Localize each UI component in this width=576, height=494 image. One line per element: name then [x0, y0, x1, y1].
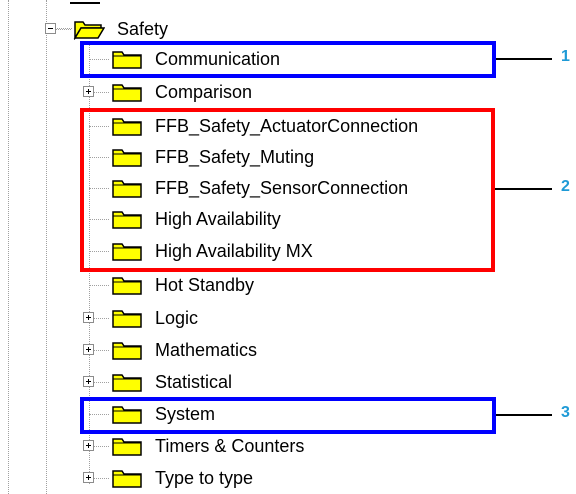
- tree-item-comparison[interactable]: Comparison: [0, 81, 470, 103]
- folder-icon: [111, 81, 143, 103]
- tree-item-mathematics[interactable]: Mathematics: [0, 339, 470, 361]
- top-edge-fragment: [70, 2, 100, 4]
- callout-number-2: 2: [561, 178, 570, 195]
- expand-plus-icon[interactable]: [83, 440, 94, 451]
- folder-icon: [111, 274, 143, 296]
- callout-box-2: [80, 108, 495, 272]
- folder-icon: [111, 435, 143, 457]
- open-folder-icon: [73, 18, 106, 41]
- tree-item-label: Logic: [155, 308, 199, 328]
- tree-item-safety[interactable]: Safety: [0, 18, 470, 41]
- collapse-minus-icon[interactable]: [45, 23, 56, 34]
- folder-icon: [111, 467, 143, 489]
- expand-plus-icon[interactable]: [83, 376, 94, 387]
- tree-item-statistical[interactable]: Statistical: [0, 371, 470, 393]
- tree-connector: [89, 285, 109, 286]
- expand-plus-icon[interactable]: [83, 472, 94, 483]
- tree-item-timers-counters[interactable]: Timers & Counters: [0, 435, 470, 457]
- tree-item-label: Type to type: [155, 468, 254, 488]
- tree-item-hot-standby[interactable]: Hot Standby: [0, 274, 470, 296]
- tree-item-label: Hot Standby: [155, 275, 255, 295]
- callout-number-3: 3: [561, 404, 570, 421]
- tree-item-label: Comparison: [155, 82, 253, 102]
- expand-plus-icon[interactable]: [83, 312, 94, 323]
- tree-item-label: Mathematics: [155, 340, 258, 360]
- tree-item-label: Statistical: [155, 372, 233, 392]
- callout-box-1: [80, 41, 496, 78]
- tree-item-type-to-type[interactable]: Type to type: [0, 467, 470, 489]
- tree-item-label: Timers & Counters: [155, 436, 305, 456]
- tree-item-label: Safety: [117, 19, 169, 39]
- folder-icon: [111, 307, 143, 329]
- callout-leader-2: [495, 188, 552, 190]
- callout-leader-1: [496, 58, 552, 60]
- tree-item-logic[interactable]: Logic: [0, 307, 470, 329]
- folder-icon: [111, 371, 143, 393]
- expand-plus-icon[interactable]: [83, 86, 94, 97]
- callout-number-1: 1: [561, 48, 570, 65]
- expand-plus-icon[interactable]: [83, 344, 94, 355]
- folder-icon: [111, 339, 143, 361]
- callout-box-3: [80, 397, 496, 434]
- callout-leader-3: [496, 414, 552, 416]
